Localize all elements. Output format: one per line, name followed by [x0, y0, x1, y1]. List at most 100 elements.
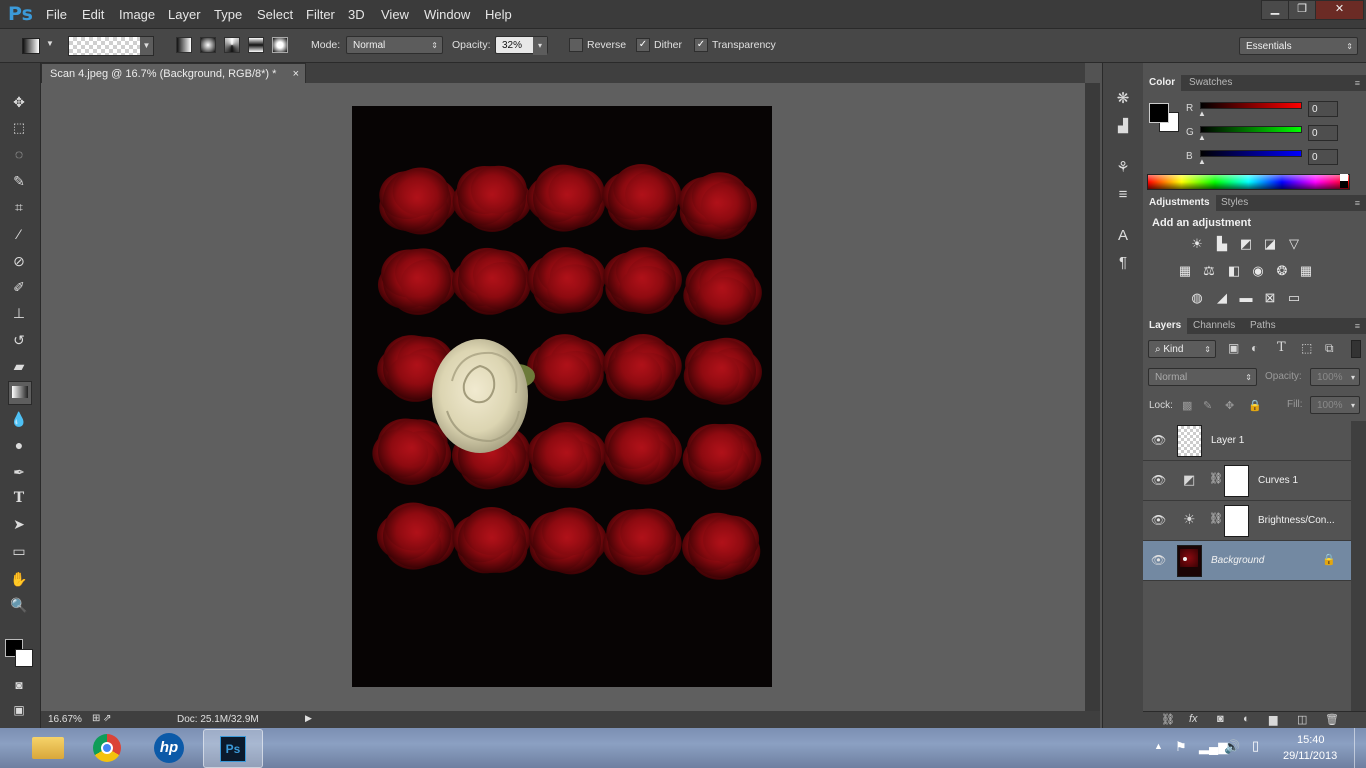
reflected-gradient-button[interactable] — [248, 37, 264, 53]
flag-icon[interactable]: ⚑ — [1175, 739, 1187, 755]
brush-presets-icon[interactable]: ⚘ — [1112, 157, 1134, 179]
layer-row[interactable]: 👁 ◩ ⛓ Curves 1 — [1143, 461, 1351, 501]
blue-slider[interactable] — [1200, 150, 1302, 157]
lock-position-icon[interactable]: ✥ — [1225, 399, 1234, 412]
background-color-swatch[interactable] — [15, 649, 33, 667]
color-balance-icon[interactable]: ⚖ — [1200, 262, 1218, 280]
new-layer-icon[interactable]: ◫ — [1297, 713, 1307, 726]
gradient-map-icon[interactable]: ▭ — [1285, 289, 1303, 307]
channel-mixer-icon[interactable]: ❂ — [1273, 262, 1291, 280]
tab-styles[interactable]: Styles — [1215, 195, 1254, 211]
blur-tool-icon[interactable]: 💧 — [8, 408, 30, 430]
new-adjustment-layer-icon[interactable]: ◐ — [1243, 713, 1250, 725]
type-tool-icon[interactable]: T — [8, 487, 30, 509]
mode-dropdown[interactable]: Normal ⇕ — [346, 36, 443, 54]
filter-shape-icon[interactable]: ⬚ — [1301, 341, 1312, 355]
curves-icon[interactable]: ◩ — [1237, 235, 1255, 253]
green-slider[interactable] — [1200, 126, 1302, 133]
brush-tool-icon[interactable]: ✐ — [8, 276, 30, 298]
layer-name[interactable]: Curves 1 — [1258, 475, 1298, 486]
menu-window[interactable]: Window — [424, 7, 470, 22]
tab-swatches[interactable]: Swatches — [1183, 75, 1238, 91]
blue-value[interactable]: 0 — [1308, 149, 1338, 165]
clock-time[interactable]: 15:40 — [1297, 734, 1325, 746]
tab-channels[interactable]: Channels — [1187, 318, 1241, 334]
menu-help[interactable]: Help — [485, 7, 512, 22]
character-icon[interactable]: A — [1112, 225, 1134, 247]
fill-input[interactable]: 100% ▾ — [1310, 396, 1360, 414]
filter-smart-object-icon[interactable]: ⧉ — [1325, 341, 1334, 356]
healing-brush-tool-icon[interactable]: ⊘ — [8, 250, 30, 272]
layer-mask-thumbnail[interactable] — [1224, 465, 1249, 497]
selective-color-icon[interactable]: ⊠ — [1261, 289, 1279, 307]
color-spectrum-ramp[interactable] — [1147, 174, 1350, 190]
brightness-contrast-icon[interactable]: ☀ — [1188, 235, 1206, 253]
lock-transparent-icon[interactable]: ▩ — [1182, 399, 1192, 412]
layer-mask-thumbnail[interactable] — [1224, 505, 1249, 537]
hand-tool-icon[interactable]: ✋ — [8, 568, 30, 590]
gradient-picker[interactable]: ▼ — [68, 36, 154, 56]
link-layers-icon[interactable]: ⛓ — [1161, 713, 1175, 726]
layer-name[interactable]: Layer 1 — [1211, 435, 1244, 446]
move-tool-icon[interactable]: ✥ — [8, 91, 30, 113]
histogram-icon[interactable]: ▟ — [1112, 115, 1134, 137]
layer-filter-dropdown[interactable]: ⌕ Kind ⇕ — [1148, 340, 1216, 358]
black-chip[interactable] — [1340, 181, 1348, 188]
quick-mask-icon[interactable]: ◙ — [8, 674, 30, 696]
zoom-level[interactable]: 16.67% — [48, 714, 82, 725]
chrome-button[interactable] — [79, 729, 137, 766]
white-chip[interactable] — [1340, 174, 1348, 181]
tab-adjustments[interactable]: Adjustments — [1143, 195, 1216, 211]
slider-handle-icon[interactable]: ▲ — [1198, 133, 1206, 142]
show-hidden-icons[interactable]: ▲ — [1154, 741, 1163, 751]
layer-row-selected[interactable]: 👁 Background 🔒 — [1143, 541, 1351, 581]
rectangle-tool-icon[interactable]: ▭ — [8, 540, 30, 562]
menu-layer[interactable]: Layer — [168, 7, 201, 22]
hue-saturation-icon[interactable]: ▦ — [1176, 262, 1194, 280]
menu-view[interactable]: View — [381, 7, 409, 22]
properties-icon[interactable]: ≡ — [1112, 184, 1134, 206]
slider-handle-icon[interactable]: ▲ — [1198, 157, 1206, 166]
color-lookup-icon[interactable]: ▦ — [1297, 262, 1315, 280]
vertical-scrollbar[interactable] — [1085, 83, 1100, 711]
gradient-tool-icon[interactable] — [8, 381, 32, 405]
photoshop-taskbar-button[interactable]: Ps — [203, 729, 263, 768]
marquee-tool-icon[interactable]: ⬚ — [8, 117, 30, 139]
clock-date[interactable]: 29/11/2013 — [1283, 750, 1337, 762]
hp-button[interactable]: hp — [140, 729, 198, 766]
panel-menu-icon[interactable]: ≡ — [1349, 195, 1366, 211]
eraser-tool-icon[interactable]: ▰ — [8, 355, 30, 377]
layers-scrollbar[interactable] — [1351, 421, 1366, 711]
paragraph-icon[interactable]: ¶ — [1112, 252, 1134, 274]
new-group-icon[interactable]: ▆ — [1269, 713, 1277, 726]
menu-select[interactable]: Select — [257, 7, 293, 22]
slider-handle-icon[interactable]: ▲ — [1198, 109, 1206, 118]
close-tab-icon[interactable]: × — [293, 64, 299, 84]
chain-link-icon[interactable]: ⛓ — [1209, 472, 1223, 485]
foreground-color-swatch[interactable] — [1149, 103, 1169, 123]
menu-filter[interactable]: Filter — [306, 7, 335, 22]
lasso-tool-icon[interactable]: ◌ — [8, 143, 30, 165]
lock-all-icon[interactable]: 🔒 — [1248, 399, 1262, 412]
tool-preset-picker[interactable]: ▼ — [20, 36, 58, 54]
black-white-icon[interactable]: ◧ — [1225, 262, 1243, 280]
crop-tool-icon[interactable]: ⌗ — [8, 196, 30, 218]
opacity-input[interactable]: 32% ▾ — [495, 36, 548, 55]
menu-3d[interactable]: 3D — [348, 7, 365, 22]
linear-gradient-button[interactable] — [176, 37, 192, 53]
filter-pixel-icon[interactable]: ▣ — [1228, 341, 1239, 355]
document-tab[interactable]: Scan 4.jpeg @ 16.7% (Background, RGB/8*)… — [41, 63, 306, 83]
navigator-icon[interactable]: ❋ — [1112, 88, 1134, 110]
vibrance-icon[interactable]: ▽ — [1285, 235, 1303, 253]
panel-menu-icon[interactable]: ≡ — [1349, 75, 1366, 91]
exposure-icon[interactable]: ◪ — [1261, 235, 1279, 253]
screen-mode-icon[interactable]: ▣ — [8, 699, 30, 721]
tab-layers[interactable]: Layers — [1143, 318, 1188, 334]
filter-toggle[interactable] — [1351, 340, 1361, 358]
transparency-checkbox[interactable]: ✓ — [694, 38, 708, 52]
red-value[interactable]: 0 — [1308, 101, 1338, 117]
layer-name[interactable]: Brightness/Con... — [1258, 515, 1335, 526]
diamond-gradient-button[interactable] — [272, 37, 288, 53]
show-desktop-button[interactable] — [1354, 728, 1366, 768]
green-value[interactable]: 0 — [1308, 125, 1338, 141]
